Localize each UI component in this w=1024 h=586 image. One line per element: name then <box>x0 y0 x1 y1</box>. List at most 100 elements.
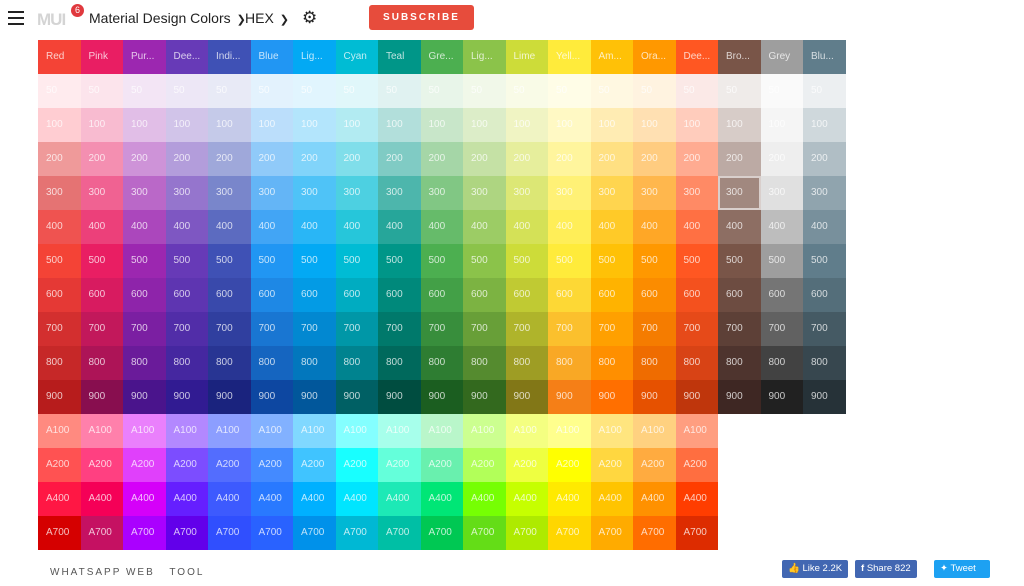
accent-swatch[interactable]: A200 <box>378 448 421 482</box>
accent-swatch[interactable]: A400 <box>123 482 166 516</box>
color-swatch[interactable]: 900 <box>208 380 251 414</box>
accent-swatch[interactable]: A100 <box>80 414 123 448</box>
color-swatch[interactable]: 800 <box>293 346 336 380</box>
accent-swatch[interactable]: A700 <box>80 516 123 550</box>
color-swatch[interactable]: 200 <box>675 142 718 176</box>
color-swatch[interactable]: 100 <box>718 108 761 142</box>
color-swatch[interactable]: 50 <box>548 74 591 108</box>
accent-swatch[interactable]: A400 <box>208 482 251 516</box>
tweet-button[interactable]: ✦ Tweet <box>934 560 990 578</box>
color-swatch[interactable]: 600 <box>718 278 761 312</box>
color-swatch[interactable]: 200 <box>38 142 81 176</box>
color-swatch[interactable]: 700 <box>463 312 506 346</box>
color-column-header[interactable]: Dee... <box>165 40 208 74</box>
color-swatch[interactable]: 100 <box>760 108 803 142</box>
color-swatch[interactable]: 600 <box>378 278 421 312</box>
color-swatch[interactable]: 50 <box>293 74 336 108</box>
color-swatch[interactable]: 300 <box>38 176 81 210</box>
color-swatch[interactable]: 600 <box>335 278 378 312</box>
color-swatch[interactable]: 100 <box>378 108 421 142</box>
color-swatch[interactable]: 600 <box>420 278 463 312</box>
color-swatch[interactable]: 500 <box>123 244 166 278</box>
accent-swatch[interactable]: A100 <box>165 414 208 448</box>
accent-swatch[interactable]: A700 <box>335 516 378 550</box>
color-swatch[interactable]: 300 <box>548 176 591 210</box>
color-swatch[interactable]: 700 <box>505 312 548 346</box>
accent-swatch[interactable]: A700 <box>293 516 336 550</box>
accent-swatch[interactable]: A100 <box>420 414 463 448</box>
accent-swatch[interactable]: A400 <box>420 482 463 516</box>
color-swatch[interactable]: 50 <box>123 74 166 108</box>
accent-swatch[interactable]: A400 <box>675 482 718 516</box>
accent-swatch[interactable]: A200 <box>293 448 336 482</box>
color-swatch[interactable]: 400 <box>760 210 803 244</box>
color-swatch[interactable]: 900 <box>718 380 761 414</box>
format-select[interactable]: HEX ❯ <box>245 10 289 26</box>
color-swatch[interactable]: 500 <box>378 244 421 278</box>
color-swatch[interactable]: 100 <box>293 108 336 142</box>
color-column-header[interactable]: Blue <box>250 40 293 74</box>
accent-swatch[interactable]: A400 <box>80 482 123 516</box>
color-swatch[interactable]: 500 <box>420 244 463 278</box>
color-swatch[interactable]: 900 <box>378 380 421 414</box>
color-swatch[interactable]: 200 <box>123 142 166 176</box>
accent-swatch[interactable]: A700 <box>675 516 718 550</box>
color-swatch[interactable]: 400 <box>378 210 421 244</box>
accent-swatch[interactable]: A100 <box>548 414 591 448</box>
color-swatch[interactable]: 700 <box>38 312 81 346</box>
accent-swatch[interactable]: A700 <box>250 516 293 550</box>
color-swatch[interactable]: 50 <box>760 74 803 108</box>
accent-swatch[interactable]: A100 <box>590 414 633 448</box>
accent-swatch[interactable]: A400 <box>293 482 336 516</box>
footer-link-whatsapp-web[interactable]: WHATSAPP WEB <box>50 567 155 578</box>
accent-swatch[interactable]: A700 <box>378 516 421 550</box>
accent-swatch[interactable]: A200 <box>208 448 251 482</box>
color-swatch[interactable]: 600 <box>208 278 251 312</box>
color-column-header[interactable]: Lime <box>505 40 548 74</box>
color-swatch[interactable]: 400 <box>80 210 123 244</box>
color-swatch[interactable]: 500 <box>165 244 208 278</box>
facebook-like-button[interactable]: 👍 Like 2.2K <box>782 560 849 578</box>
accent-swatch[interactable]: A200 <box>463 448 506 482</box>
color-swatch[interactable]: 300 <box>208 176 251 210</box>
color-swatch[interactable]: 50 <box>250 74 293 108</box>
color-swatch[interactable]: 600 <box>463 278 506 312</box>
color-swatch[interactable]: 700 <box>293 312 336 346</box>
accent-swatch[interactable]: A400 <box>378 482 421 516</box>
color-swatch[interactable]: 500 <box>38 244 81 278</box>
color-swatch[interactable]: 500 <box>760 244 803 278</box>
color-swatch[interactable]: 800 <box>420 346 463 380</box>
accent-swatch[interactable]: A200 <box>335 448 378 482</box>
color-swatch[interactable]: 700 <box>675 312 718 346</box>
color-swatch[interactable]: 800 <box>505 346 548 380</box>
accent-swatch[interactable]: A200 <box>590 448 633 482</box>
accent-swatch[interactable]: A100 <box>123 414 166 448</box>
color-column-header[interactable]: Pink <box>80 40 123 74</box>
color-swatch[interactable]: 100 <box>208 108 251 142</box>
color-swatch[interactable]: 900 <box>38 380 81 414</box>
color-swatch[interactable]: 900 <box>760 380 803 414</box>
color-swatch[interactable]: 800 <box>675 346 718 380</box>
color-swatch[interactable]: 500 <box>633 244 676 278</box>
footer-link-tool[interactable]: TOOL <box>169 567 204 578</box>
accent-swatch[interactable]: A400 <box>335 482 378 516</box>
color-swatch[interactable]: 50 <box>718 74 761 108</box>
color-swatch[interactable]: 800 <box>208 346 251 380</box>
color-swatch[interactable]: 300 <box>675 176 718 210</box>
color-swatch[interactable]: 500 <box>208 244 251 278</box>
color-column-header[interactable]: Ora... <box>633 40 676 74</box>
color-swatch[interactable]: 200 <box>80 142 123 176</box>
accent-swatch[interactable]: A700 <box>548 516 591 550</box>
color-swatch[interactable]: 700 <box>803 312 846 346</box>
accent-swatch[interactable]: A100 <box>378 414 421 448</box>
color-swatch[interactable]: 600 <box>250 278 293 312</box>
color-swatch[interactable]: 300 <box>463 176 506 210</box>
color-swatch[interactable]: 300 <box>80 176 123 210</box>
color-swatch[interactable]: 200 <box>463 142 506 176</box>
color-swatch[interactable]: 100 <box>250 108 293 142</box>
color-swatch[interactable]: 50 <box>335 74 378 108</box>
accent-swatch[interactable]: A700 <box>208 516 251 550</box>
color-swatch[interactable]: 600 <box>675 278 718 312</box>
accent-swatch[interactable]: A200 <box>675 448 718 482</box>
color-swatch[interactable]: 300 <box>718 176 761 210</box>
